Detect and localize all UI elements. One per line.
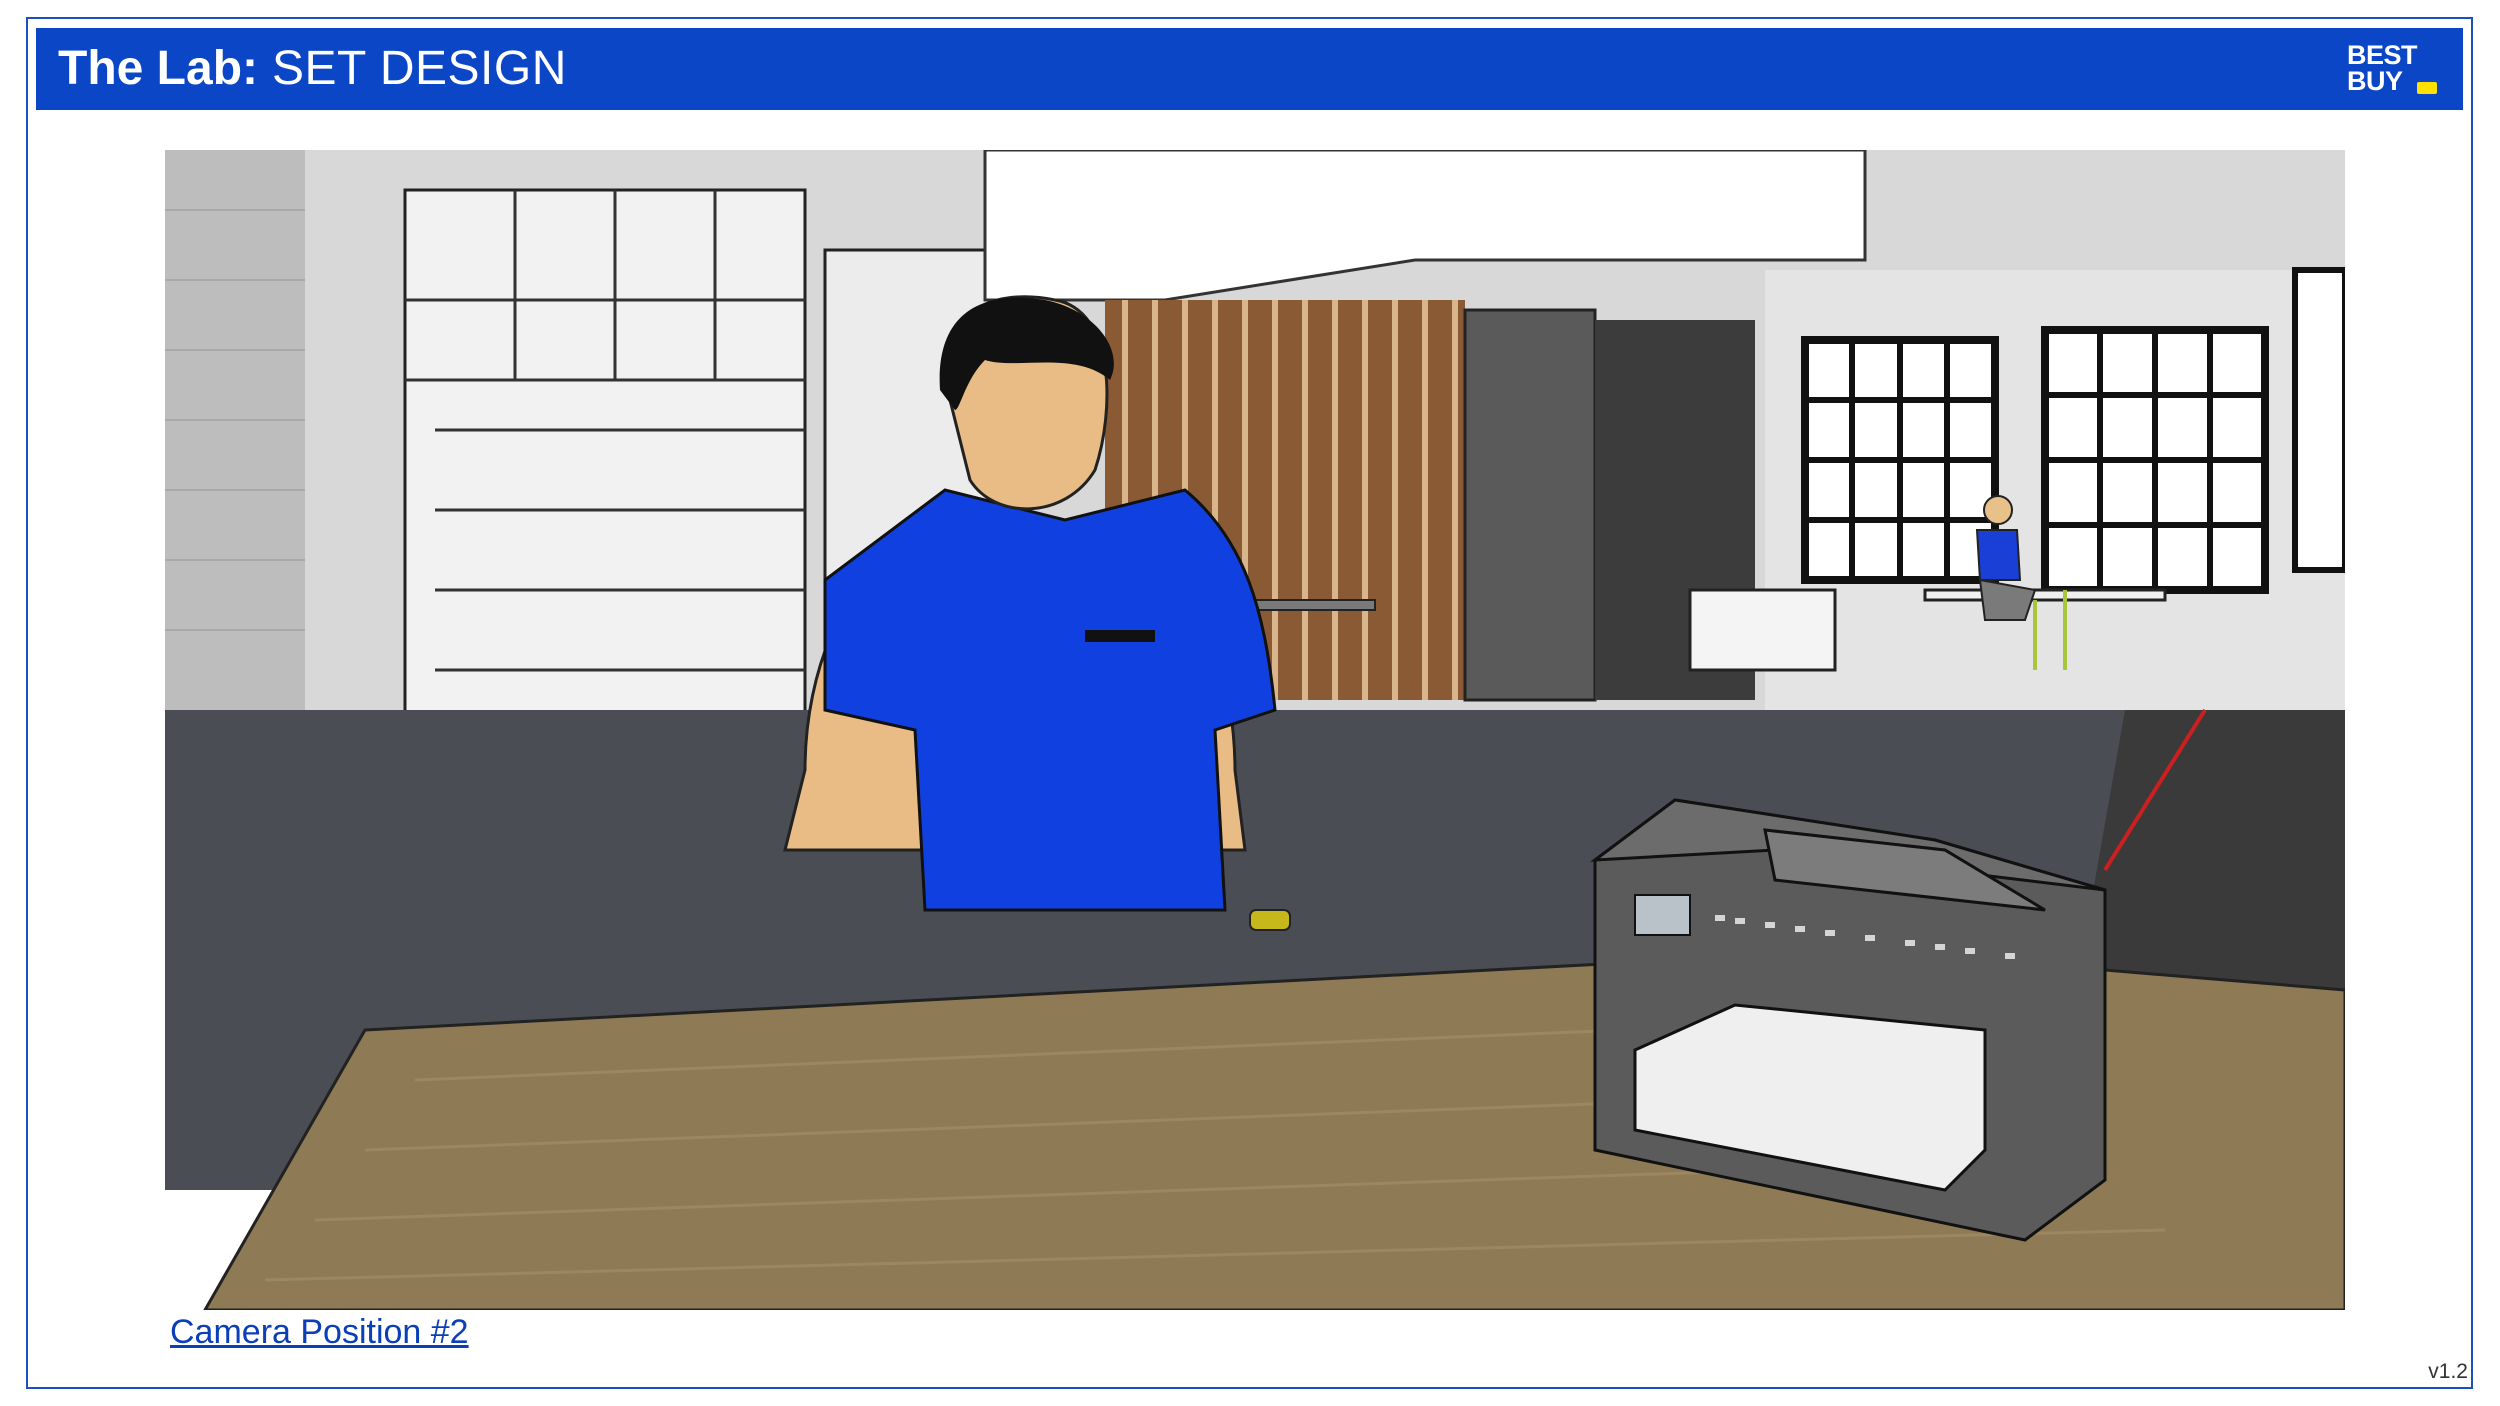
left-brick-wall xyxy=(165,150,305,750)
printer-screen xyxy=(1634,894,1691,936)
header-bar: The Lab: SET DESIGN BEST BUY xyxy=(36,28,2463,110)
logo-text: BEST BUY xyxy=(2347,40,2418,96)
shelving-unit-left xyxy=(403,188,807,752)
version-label: v1.2 xyxy=(2428,1360,2468,1383)
logo-text-line1: BEST xyxy=(2347,40,2418,70)
name-badge xyxy=(1085,630,1155,642)
title-bold: The Lab: xyxy=(58,42,258,95)
logo-text-line2: BUY xyxy=(2347,66,2403,96)
set-design-rendering xyxy=(165,150,2345,1310)
glass-door xyxy=(1463,308,1597,702)
radiator xyxy=(1688,588,1837,672)
slide-title: The Lab: SET DESIGN xyxy=(58,42,567,96)
title-light: SET DESIGN xyxy=(272,42,567,95)
camera-position-link[interactable]: Camera Position #2 xyxy=(170,1312,469,1352)
wristwatch xyxy=(1249,909,1291,931)
logo-price-tag xyxy=(2417,82,2437,94)
best-buy-logo: BEST BUY xyxy=(2347,42,2437,100)
window-bench xyxy=(1923,588,2167,602)
window-far-right xyxy=(2292,267,2345,573)
